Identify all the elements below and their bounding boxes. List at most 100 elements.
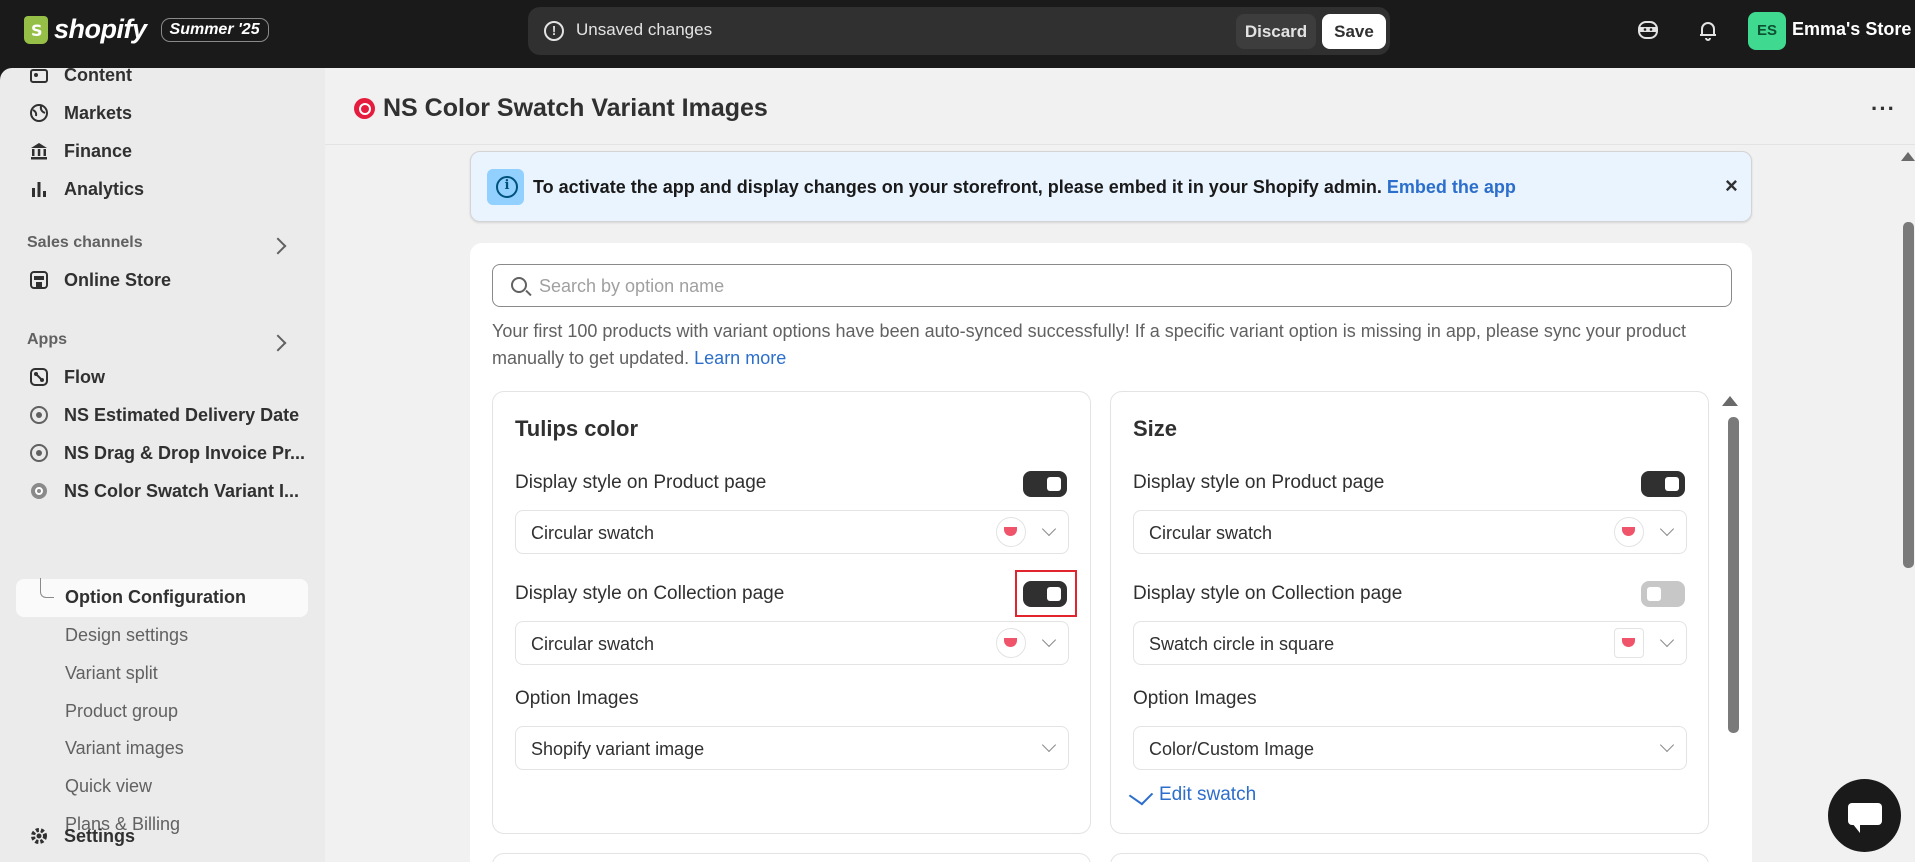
sidekick-icon[interactable] <box>1636 18 1660 42</box>
page-title: NS Color Swatch Variant Images <box>383 94 768 122</box>
collection-style-select[interactable]: Swatch circle in square <box>1133 621 1687 665</box>
chevron-down-icon <box>1041 521 1057 537</box>
option-card-tulips-color: Tulips color Display style on Product pa… <box>492 391 1091 834</box>
swatch-preview-icon <box>1614 628 1644 658</box>
sidebar: Content Markets Finance Analytics Sales … <box>0 65 325 862</box>
sidebar-subitem-variant-split[interactable]: Variant split <box>65 663 158 684</box>
sidebar-item-ns-color-swatch[interactable]: NS Color Swatch Variant I... <box>28 476 299 506</box>
tree-connector <box>40 578 54 598</box>
sidebar-item-label: Settings <box>64 825 136 846</box>
learn-more-link[interactable]: Learn more <box>694 348 786 368</box>
sidebar-item-settings[interactable]: Settings <box>28 821 135 851</box>
store-name[interactable]: Emma's Store <box>1792 19 1911 40</box>
product-page-label: Display style on Product page <box>1133 472 1385 493</box>
chevron-down-icon <box>1659 737 1675 753</box>
select-value: Circular swatch <box>531 634 655 654</box>
bar-chart-icon <box>32 182 46 197</box>
chevron-right-icon[interactable] <box>269 334 287 352</box>
embed-app-link[interactable]: Embed the app <box>1387 177 1516 197</box>
sidebar-item-ns-drag-drop-invoice[interactable]: NS Drag & Drop Invoice Pr... <box>28 438 305 468</box>
chat-button[interactable] <box>1828 779 1901 852</box>
sidebar-subitem-design-settings[interactable]: Design settings <box>65 625 188 646</box>
app-header: NS Color Swatch Variant Images ··· <box>325 68 1915 145</box>
sidebar-item-ns-estimated-delivery[interactable]: NS Estimated Delivery Date <box>28 400 299 430</box>
outer-scroll-up-arrow[interactable] <box>1901 152 1915 161</box>
option-images-label: Option Images <box>1133 688 1257 709</box>
select-value: Shopify variant image <box>531 739 705 759</box>
banner-message: To activate the app and display changes … <box>533 177 1382 197</box>
avatar[interactable]: ES <box>1748 12 1786 50</box>
sidebar-item-analytics[interactable]: Analytics <box>28 174 144 204</box>
sidebar-subitem-variant-images[interactable]: Variant images <box>65 738 184 759</box>
embed-app-banner: To activate the app and display changes … <box>470 151 1752 222</box>
banner-text: To activate the app and display changes … <box>533 177 1516 198</box>
search-input[interactable] <box>539 274 1719 298</box>
option-card-size: Size Display style on Product page Circu… <box>1110 391 1709 834</box>
sidebar-item-label: Analytics <box>64 178 145 199</box>
sidebar-item-content[interactable]: Content <box>28 60 132 90</box>
option-images-select[interactable]: Color/Custom Image <box>1133 726 1687 770</box>
product-page-label: Display style on Product page <box>515 472 767 493</box>
inner-scroll-up-arrow[interactable] <box>1722 396 1738 406</box>
bell-icon[interactable] <box>1696 18 1720 42</box>
sidebar-subitem-product-group[interactable]: Product group <box>65 701 178 722</box>
gear-icon <box>31 828 47 844</box>
chevron-down-icon <box>1659 632 1675 648</box>
shopify-logo[interactable]: shopify Summer '25 <box>24 14 269 45</box>
top-bar: shopify Summer '25 ! Unsaved changes Dis… <box>0 0 1915 60</box>
product-page-toggle[interactable] <box>1641 471 1685 497</box>
sidebar-item-online-store[interactable]: Online Store <box>28 265 171 295</box>
sidebar-item-flow[interactable]: Flow <box>28 362 105 392</box>
shopify-bag-icon <box>24 15 48 44</box>
bank-icon <box>31 143 47 160</box>
save-button[interactable]: Save <box>1322 14 1386 49</box>
content-icon <box>30 69 48 83</box>
sync-note: Your first 100 products with variant opt… <box>492 318 1732 372</box>
option-card-next <box>1110 853 1709 862</box>
close-icon[interactable]: × <box>1725 173 1738 199</box>
main-area: NS Color Swatch Variant Images ··· To ac… <box>325 68 1915 862</box>
chevron-right-icon[interactable] <box>269 237 287 255</box>
sidebar-item-label: NS Drag & Drop Invoice Pr... <box>64 442 306 463</box>
unsaved-text: Unsaved changes <box>576 20 713 39</box>
option-title: Size <box>1133 416 1178 441</box>
collection-page-toggle[interactable] <box>1641 581 1685 607</box>
collection-page-toggle[interactable] <box>1023 581 1067 607</box>
sidebar-subitem-quick-view[interactable]: Quick view <box>65 776 152 797</box>
inner-scrollbar[interactable] <box>1728 417 1739 733</box>
sales-channels-label: Sales channels <box>27 234 143 251</box>
sidebar-item-markets[interactable]: Markets <box>28 98 132 128</box>
store-icon <box>30 271 48 289</box>
logo-text: shopify <box>54 14 147 44</box>
page-scrollbar[interactable] <box>1903 222 1914 568</box>
select-value: Circular swatch <box>531 523 655 543</box>
sidebar-item-finance[interactable]: Finance <box>28 136 132 166</box>
edit-swatch-link[interactable]: Edit swatch <box>1128 784 1257 806</box>
edition-badge[interactable]: Summer '25 <box>160 17 269 42</box>
product-style-select[interactable]: Circular swatch <box>515 510 1069 554</box>
edit-swatch-label: Edit swatch <box>1159 784 1257 805</box>
more-actions-icon[interactable]: ··· <box>1871 96 1896 122</box>
select-value: Circular swatch <box>1149 523 1273 543</box>
discard-button[interactable]: Discard <box>1236 14 1316 49</box>
unsaved-changes-bar: ! Unsaved changes Discard Save <box>528 7 1390 55</box>
globe-icon <box>30 104 48 122</box>
collection-style-select[interactable]: Circular swatch <box>515 621 1069 665</box>
sidebar-item-label: Markets <box>64 102 133 123</box>
option-card-next <box>492 853 1091 862</box>
app-compass-icon <box>31 483 47 499</box>
option-images-select[interactable]: Shopify variant image <box>515 726 1069 770</box>
sidebar-subitem-option-configuration[interactable]: Option Configuration <box>65 587 246 608</box>
swatch-preview-icon <box>1614 517 1644 547</box>
product-style-select[interactable]: Circular swatch <box>1133 510 1687 554</box>
sidebar-item-label: NS Color Swatch Variant I... <box>64 480 300 501</box>
pencil-icon <box>1128 784 1154 806</box>
chevron-down-icon <box>1041 737 1057 753</box>
collection-page-label: Display style on Collection page <box>1133 583 1403 604</box>
swatch-preview-icon <box>996 517 1026 547</box>
sidebar-item-label: Finance <box>64 140 133 161</box>
product-page-toggle[interactable] <box>1023 471 1067 497</box>
chevron-down-icon <box>1659 521 1675 537</box>
options-card: Your first 100 products with variant opt… <box>470 243 1752 862</box>
search-field[interactable] <box>492 264 1732 307</box>
